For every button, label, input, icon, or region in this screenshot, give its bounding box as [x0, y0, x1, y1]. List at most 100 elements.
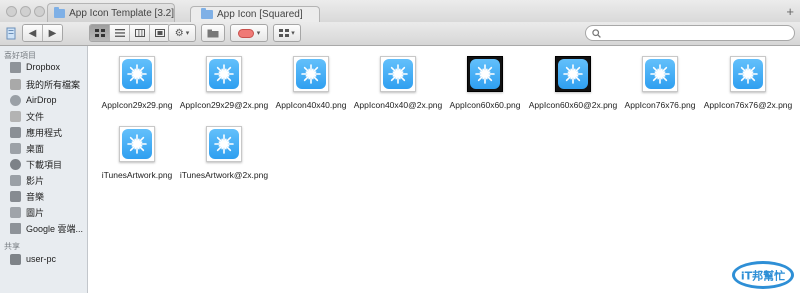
- sidebar-item-label: 我的所有檔案: [26, 79, 81, 90]
- sidebar-item-google-drive[interactable]: Google 雲端...: [10, 221, 83, 235]
- sidebar-item-label: 文件: [26, 111, 45, 122]
- file-name: AppIcon60x60.png: [449, 100, 521, 110]
- title-bar: App Icon Template [3.2] App Icon [Square…: [0, 0, 800, 23]
- sidebar-item-pictures[interactable]: 圖片: [10, 205, 44, 219]
- applications-icon: [10, 126, 21, 138]
- documents-icon: [10, 110, 21, 122]
- toolbar: ◀ ▶ ⚙ ▾ ▾ ▾: [0, 22, 800, 46]
- app-icon-image: [470, 59, 500, 89]
- file-grid: AppIcon29x29.png AppIcon29x29@2x.png AppIc…: [89, 46, 800, 293]
- sidebar-item-label: 影片: [26, 175, 45, 186]
- tab-app-icon-template[interactable]: App Icon Template [3.2]: [47, 3, 175, 22]
- sidebar-item-airdrop[interactable]: AirDrop: [10, 93, 57, 107]
- sidebar-item-user-pc[interactable]: user-pc: [10, 252, 56, 266]
- add-tab-button[interactable]: +: [786, 4, 794, 19]
- sidebar-item-documents[interactable]: 文件: [10, 109, 44, 123]
- app-icon-image: [122, 129, 152, 159]
- sidebar-toggle-icon[interactable]: [4, 24, 18, 42]
- arrange-icon: [279, 29, 290, 37]
- tab-app-icon-squared[interactable]: App Icon [Squared]: [190, 6, 320, 22]
- chevron-down-icon: ▾: [291, 30, 295, 37]
- star-burst-icon: [563, 64, 583, 84]
- itbang-logo: iT邦幫忙: [732, 261, 794, 289]
- file-item[interactable]: AppIcon76x76@2x.png: [700, 50, 796, 112]
- app-icon-image: [558, 59, 588, 89]
- zoom-window-button[interactable]: [34, 6, 45, 17]
- file-thumbnail: [119, 126, 155, 162]
- sidebar-item-all-files[interactable]: 我的所有檔案: [10, 77, 80, 91]
- arrange-button[interactable]: ⚙ ▾: [168, 24, 196, 42]
- sidebar-item-dropbox[interactable]: Dropbox: [10, 60, 60, 74]
- file-item[interactable]: AppIcon29x29@2x.png: [176, 50, 272, 112]
- desktop-icon: [10, 142, 21, 154]
- file-item[interactable]: AppIcon60x60.png: [437, 50, 533, 112]
- app-icon-image: [645, 59, 675, 89]
- icon-view-button[interactable]: [90, 25, 110, 41]
- star-burst-icon: [301, 64, 321, 84]
- forward-button[interactable]: ▶: [43, 25, 62, 41]
- sidebar-item-label: 下載項目: [26, 159, 63, 170]
- list-icon: [114, 29, 125, 37]
- folder-icon: [201, 8, 213, 19]
- sidebar-item-label: user-pc: [26, 254, 57, 264]
- folder-action-icon: [207, 29, 219, 37]
- grid-icon: [94, 29, 105, 37]
- all-files-icon: [10, 78, 21, 90]
- sidebar-item-label: Dropbox: [26, 62, 61, 72]
- close-window-button[interactable]: [6, 6, 17, 17]
- file-item[interactable]: iTunesArtwork.png: [89, 120, 185, 182]
- tag-color-icon: [237, 28, 254, 38]
- finder-window: App Icon Template [3.2] App Icon [Square…: [0, 0, 800, 293]
- file-item[interactable]: AppIcon40x40@2x.png: [350, 50, 446, 112]
- shared-heading: 共享: [4, 242, 20, 251]
- minimize-window-button[interactable]: [20, 6, 31, 17]
- app-icon-image: [733, 59, 763, 89]
- file-item[interactable]: AppIcon76x76.png: [612, 50, 708, 112]
- file-item[interactable]: iTunesArtwork@2x.png: [176, 120, 272, 182]
- column-view-button[interactable]: [130, 25, 150, 41]
- tag-button[interactable]: ▾: [230, 24, 268, 42]
- file-item[interactable]: AppIcon29x29.png: [89, 50, 185, 112]
- search-icon: [592, 28, 601, 38]
- search-field[interactable]: [585, 25, 795, 41]
- pictures-icon: [10, 206, 21, 218]
- file-name: iTunesArtwork@2x.png: [179, 170, 269, 180]
- star-burst-icon: [127, 64, 147, 84]
- sidebar-item-applications[interactable]: 應用程式: [10, 125, 62, 139]
- file-name: iTunesArtwork.png: [101, 170, 173, 180]
- star-burst-icon: [738, 64, 758, 84]
- gear-icon: ⚙: [174, 27, 184, 39]
- sidebar-item-downloads[interactable]: 下載項目: [10, 157, 62, 171]
- arrange-by-button[interactable]: ▾: [273, 24, 301, 42]
- view-mode-selector: [89, 24, 170, 42]
- file-name: AppIcon29x29@2x.png: [179, 100, 269, 110]
- star-burst-icon: [214, 64, 234, 84]
- star-burst-icon: [388, 64, 408, 84]
- file-item[interactable]: AppIcon40x40.png: [263, 50, 359, 112]
- sidebar-item-desktop[interactable]: 桌面: [10, 141, 44, 155]
- back-button[interactable]: ◀: [23, 25, 43, 41]
- movies-icon: [10, 174, 21, 186]
- star-burst-icon: [475, 64, 495, 84]
- file-name: AppIcon40x40@2x.png: [353, 100, 443, 110]
- sidebar-item-label: 桌面: [26, 143, 45, 154]
- app-icon-image: [209, 129, 239, 159]
- folder-icon: [10, 61, 21, 73]
- sidebar-item-music[interactable]: 音樂: [10, 189, 44, 203]
- airdrop-icon: [10, 94, 21, 106]
- file-thumbnail: [206, 126, 242, 162]
- folder-icon: [54, 6, 66, 18]
- downloads-icon: [10, 158, 21, 170]
- list-view-button[interactable]: [110, 25, 130, 41]
- share-button[interactable]: [201, 24, 225, 42]
- sidebar-item-label: AirDrop: [26, 95, 57, 105]
- file-thumbnail: [467, 56, 503, 92]
- sidebar: 喜好項目 Dropbox 我的所有檔案 AirDrop 文件 應用程式 桌面 下…: [0, 46, 88, 293]
- sidebar-item-movies[interactable]: 影片: [10, 173, 44, 187]
- star-burst-icon: [650, 64, 670, 84]
- app-icon-image: [209, 59, 239, 89]
- app-icon-image: [383, 59, 413, 89]
- file-item[interactable]: AppIcon60x60@2x.png: [525, 50, 621, 112]
- coverflow-view-button[interactable]: [150, 25, 169, 41]
- coverflow-icon: [154, 29, 165, 37]
